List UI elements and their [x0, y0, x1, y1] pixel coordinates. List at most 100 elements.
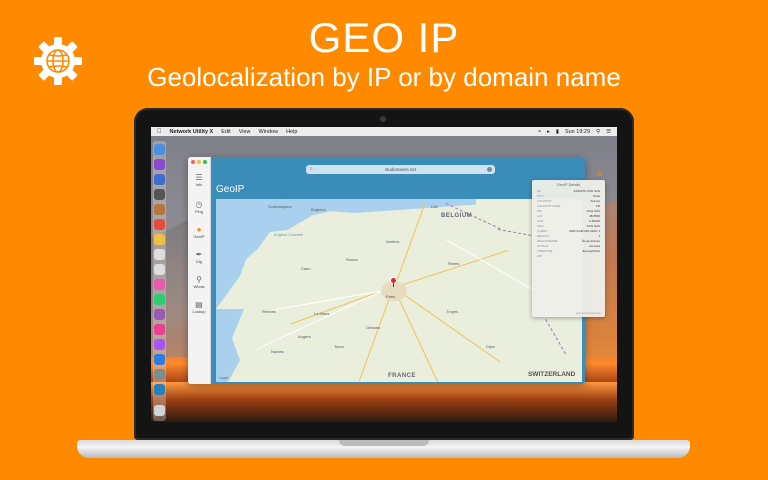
dock-app-icon[interactable]: [154, 264, 165, 275]
map-border: [545, 319, 566, 355]
map-view[interactable]: Southampton Brighton English Channel BEL…: [216, 199, 582, 382]
control-center-icon[interactable]: ☰: [606, 129, 611, 135]
hero-title: GEO IP: [308, 14, 460, 61]
go-button[interactable]: [487, 167, 492, 172]
map-road: [256, 289, 384, 350]
dock-app-icon[interactable]: [154, 189, 165, 200]
zoom-window-button[interactable]: [203, 160, 207, 164]
details-value: 2.35222: [589, 219, 600, 223]
details-key: ZIP: [537, 254, 542, 258]
details-value: OVH SAS: [586, 224, 600, 228]
dock-app-icon[interactable]: [154, 204, 165, 215]
details-value: J: [598, 234, 601, 238]
app-main: ⌕ studiotowns.net GeoIP Southampton Brig…: [211, 157, 585, 384]
dock-app-icon[interactable]: [154, 174, 165, 185]
sidebar-item-ping[interactable]: ◷ Ping: [188, 200, 210, 214]
map-label-lille: Lille: [431, 204, 439, 209]
map-road: [394, 202, 426, 288]
map-label-rouen: Rouen: [346, 257, 358, 262]
details-value: France: [590, 199, 600, 203]
sidebar-item-label: GeoIP: [193, 234, 205, 239]
volume-icon[interactable]: ▸: [547, 129, 550, 135]
details-key: LON: [537, 219, 544, 223]
dock-app-icon[interactable]: [154, 384, 165, 395]
details-key: COUNTRYCODE: [537, 204, 561, 208]
details-key: REGIONNAME: [537, 239, 558, 243]
map-label-brighton: Brighton: [311, 207, 326, 212]
sidebar-item-dig[interactable]: ✒ Dig: [188, 250, 210, 264]
shovel-icon: ✒: [195, 250, 203, 259]
dock-app-icon[interactable]: [154, 339, 165, 350]
dock-app-icon[interactable]: [154, 354, 165, 365]
server-icon: ▤: [195, 300, 203, 309]
app-window: ☰ Info ◷ Ping ● GeoIP ✒ Dig ⚲ Whois ▤ Lo…: [188, 157, 585, 384]
dock-app-icon[interactable]: [154, 324, 165, 335]
details-value: 48.8566: [589, 214, 600, 218]
details-key: CITY: [537, 194, 544, 198]
dock-app-icon[interactable]: [154, 144, 165, 155]
sidebar-item-label: Ping: [194, 209, 203, 214]
dock-app-icon[interactable]: [154, 159, 165, 170]
panel-title: GeoIP: [216, 184, 245, 195]
map-label-le-mans: Le Mans: [314, 311, 330, 316]
map-label-troyes: Troyes: [446, 309, 459, 314]
geoip-details-panel: ⚙ GeoIP Details AS AS16276 OVH SAS CITY Pa…: [532, 172, 605, 317]
map-label-angers: Angers: [298, 334, 311, 339]
details-title: GeoIP Details: [556, 183, 581, 187]
map-label-orleans: Orléans: [366, 325, 381, 330]
sidebar-item-geoip[interactable]: ● GeoIP: [188, 225, 210, 239]
map-label-southampton: Southampton: [268, 204, 292, 209]
menu-app-name[interactable]: Network Utility X: [170, 129, 214, 135]
laptop-notch: [339, 440, 429, 446]
minimize-window-button[interactable]: [197, 160, 201, 164]
dock-app-icon[interactable]: [154, 249, 165, 260]
map-label-switzerland: SWITZERLAND: [528, 371, 576, 378]
map-label-caen: Caen: [301, 266, 311, 271]
menu-help[interactable]: Help: [286, 129, 297, 135]
wallpaper-water: [151, 382, 617, 422]
map-label-belgium: BELGIUM: [441, 213, 473, 219]
url-field[interactable]: ⌕ studiotowns.net: [306, 165, 495, 174]
stopwatch-icon: ◷: [195, 200, 203, 209]
mac-menubar:  Network Utility X Edit View Window Hel…: [151, 127, 617, 136]
sidebar-item-label: Lookup: [192, 309, 206, 314]
menu-view[interactable]: View: [239, 129, 251, 135]
details-value: Paris: [593, 194, 600, 198]
dock-app-icon[interactable]: [154, 294, 165, 305]
sidebar-item-label: Info: [195, 182, 203, 187]
menu-window[interactable]: Window: [259, 129, 279, 135]
dock-app-icon[interactable]: [154, 219, 165, 230]
dock-app-icon[interactable]: [154, 309, 165, 320]
sidebar-item-whois[interactable]: ⚲ Whois: [188, 275, 210, 289]
details-key: LAT: [537, 214, 543, 218]
details-key: QUERY: [537, 229, 548, 233]
dock-app-icon[interactable]: [154, 279, 165, 290]
close-window-button[interactable]: [191, 160, 195, 164]
search-icon[interactable]: ⚲: [596, 129, 600, 135]
map-legal-link[interactable]: Legal: [219, 376, 228, 380]
map-label-nantes: Nantes: [271, 349, 284, 354]
apple-icon[interactable]: : [157, 129, 162, 135]
sidebar-item-info[interactable]: ☰ Info: [188, 173, 210, 187]
laptop-screen:  Network Utility X Edit View Window Hel…: [151, 127, 617, 422]
menu-edit[interactable]: Edit: [221, 129, 230, 135]
details-key: STATUS: [537, 244, 549, 248]
map-label-reims: Reims: [448, 261, 460, 266]
battery-icon[interactable]: ▮: [556, 129, 559, 135]
map-label-english-channel: English Channel: [274, 232, 304, 237]
settings-gear-icon[interactable]: ⚙: [597, 171, 602, 178]
dock-app-icon[interactable]: [154, 234, 165, 245]
map-sea: [216, 199, 336, 309]
wifi-icon[interactable]: ≈: [538, 129, 541, 135]
menubar-clock[interactable]: Sun 19:29: [565, 129, 590, 135]
details-value: AS16276 OVH SAS: [573, 189, 600, 193]
map-label-tours: Tours: [334, 344, 344, 349]
sidebar-item-lookup[interactable]: ▤ Lookup: [188, 300, 210, 314]
details-value: Europe/Paris: [582, 249, 600, 253]
location-pin-stem: [393, 283, 394, 287]
dock-app-icon[interactable]: [154, 369, 165, 380]
lock-icon: ⌕: [310, 166, 313, 172]
details-value: Île-de-France: [582, 239, 600, 243]
list-icon: ☰: [195, 173, 203, 182]
dock-trash-icon[interactable]: [154, 405, 165, 416]
